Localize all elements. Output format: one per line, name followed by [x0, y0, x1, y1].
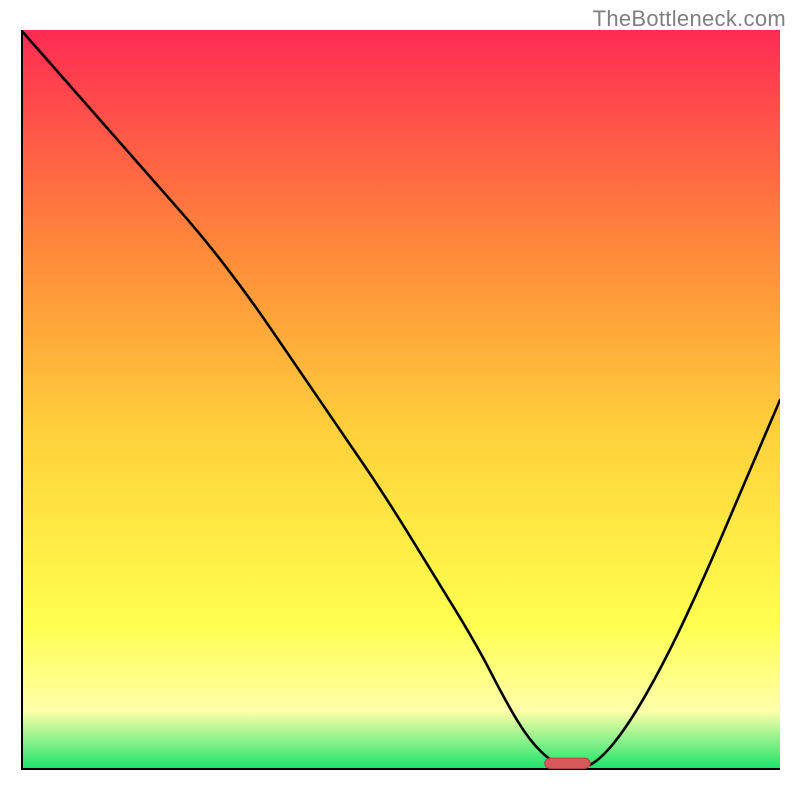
watermark-text: TheBottleneck.com	[593, 6, 786, 32]
optimal-marker	[545, 758, 591, 768]
bottleneck-chart	[21, 30, 780, 770]
chart-stage: TheBottleneck.com	[0, 0, 800, 800]
plot-area	[21, 30, 780, 770]
